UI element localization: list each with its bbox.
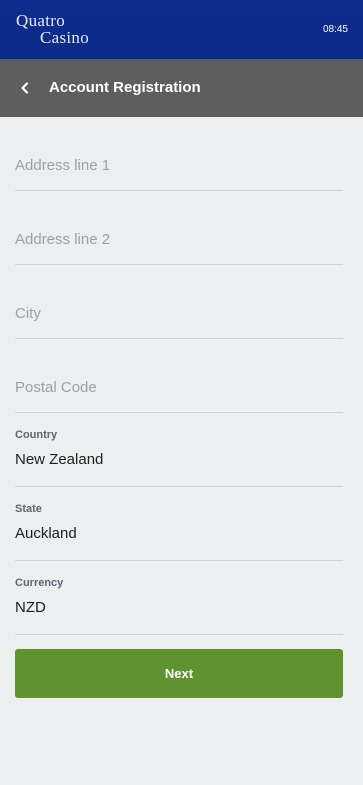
- state-select[interactable]: State Auckland: [15, 487, 343, 561]
- postal-code-input[interactable]: [15, 379, 343, 396]
- country-label: Country: [15, 429, 58, 441]
- currency-label: Currency: [15, 577, 64, 589]
- city-field: [15, 265, 343, 339]
- app-header: Quatro Casino 08:45: [0, 0, 363, 59]
- postal-code-field: [15, 339, 343, 413]
- page-title: Account Registration: [49, 79, 201, 96]
- chevron-left-icon: [21, 82, 29, 94]
- back-button[interactable]: [10, 73, 40, 103]
- quatro-casino-logo[interactable]: Quatro Casino: [16, 12, 89, 46]
- registration-form: Country New Zealand State Auckland Curre…: [15, 117, 343, 635]
- currency-value: NZD: [15, 599, 46, 616]
- country-value: New Zealand: [15, 451, 104, 468]
- next-button[interactable]: Next: [15, 649, 343, 698]
- page-title-bar: Account Registration: [0, 59, 363, 117]
- clock-time: 08:45: [322, 24, 348, 35]
- state-value: Auckland: [15, 525, 77, 542]
- currency-select[interactable]: Currency NZD: [15, 561, 343, 635]
- logo-line-2: Casino: [40, 28, 90, 47]
- address-line-1-input[interactable]: [15, 157, 343, 174]
- address-line-1-field: [15, 117, 343, 191]
- address-line-2-field: [15, 191, 343, 265]
- city-input[interactable]: [15, 305, 343, 322]
- address-line-2-input[interactable]: [15, 231, 343, 248]
- country-select[interactable]: Country New Zealand: [15, 413, 343, 487]
- state-label: State: [15, 503, 42, 515]
